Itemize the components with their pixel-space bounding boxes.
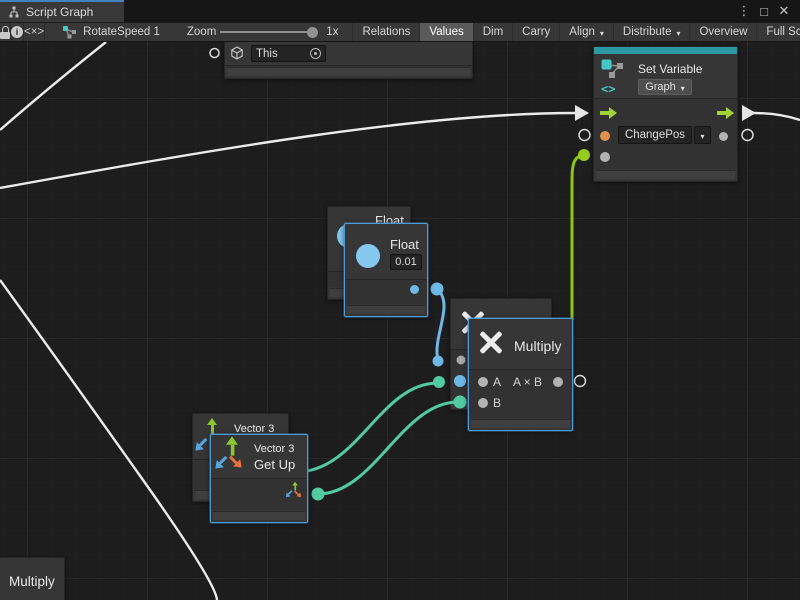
teal-wire-dot	[433, 376, 445, 388]
distribute-button[interactable]: Distribute▾	[614, 23, 691, 41]
flow-output-port[interactable]	[717, 107, 734, 119]
vector3-get-up-node[interactable]: Vector 3 Get Up	[210, 434, 308, 523]
window-menu-icon[interactable]: ⋮	[736, 3, 752, 19]
port-label-result: A × B	[513, 375, 542, 389]
teal-wire-dot	[312, 488, 325, 501]
port-ring[interactable]	[579, 130, 590, 141]
dim-button[interactable]: Dim	[474, 23, 513, 41]
node-title: Multiply	[9, 574, 55, 589]
lime-wire-dot	[578, 149, 590, 161]
overview-button[interactable]: Overview	[690, 23, 757, 41]
values-button[interactable]: Values	[420, 23, 473, 41]
flow-triangle-out[interactable]	[742, 105, 756, 121]
port-label-b: B	[493, 396, 501, 410]
port-ring[interactable]	[575, 376, 586, 387]
multiply-b-port[interactable]	[478, 398, 488, 408]
variable-select[interactable]: ChangePos	[618, 126, 692, 144]
blue-wire-dot	[431, 283, 444, 296]
wire-blue-float-to-multiply	[437, 289, 444, 360]
multiply-output-port[interactable]	[553, 377, 563, 387]
flow-input-port[interactable]	[600, 107, 617, 119]
info-button[interactable]: i	[11, 23, 24, 41]
variable-select-caret[interactable]: ▾	[694, 126, 711, 144]
ghost-port[interactable]	[457, 356, 466, 365]
close-icon[interactable]: ✕	[776, 3, 792, 19]
info-icon: i	[11, 26, 23, 38]
edit-code-button[interactable]: <×>	[24, 23, 45, 41]
flow-triangle-in[interactable]	[575, 105, 589, 121]
unity-script-graph-window: Script Graph ⋮ □ ✕ i <×> RotateSpeed 1 Z…	[0, 0, 800, 600]
chevron-down-icon: ▾	[681, 84, 685, 93]
set-variable-node[interactable]: <> Set Variable Graph ▾ ChangePos ▾	[593, 46, 738, 182]
corner-multiply-node[interactable]: Multiply	[0, 557, 65, 600]
float-node[interactable]: Float 0.01	[344, 223, 428, 317]
node-subtitle: Get Up	[254, 457, 295, 472]
chevron-down-icon: ▾	[600, 29, 604, 38]
ghost-port-blue[interactable]	[454, 375, 466, 387]
object-picker-icon[interactable]	[310, 48, 321, 59]
value-input-port[interactable]	[600, 152, 610, 162]
float-icon	[356, 244, 380, 268]
multiply-node[interactable]: Multiply A A × B B	[468, 318, 573, 431]
lock-button[interactable]	[0, 23, 11, 41]
relations-button[interactable]: Relations	[352, 23, 420, 41]
graph-breadcrumb[interactable]: RotateSpeed 1	[83, 26, 160, 38]
graph-canvas[interactable]: Float Vector 3	[0, 42, 800, 600]
this-node[interactable]: This	[224, 42, 473, 79]
align-button[interactable]: Align▾	[560, 23, 614, 41]
variable-stripe	[594, 47, 737, 54]
set-variable-icon: <>	[601, 59, 625, 96]
chevron-down-icon: ▾	[700, 132, 704, 141]
wire-white-from-setvariable	[753, 113, 800, 120]
wire-white-topleft	[0, 42, 106, 130]
chevron-down-icon: ▾	[676, 29, 680, 38]
float-output-port[interactable]	[410, 285, 419, 294]
tab-bar: Script Graph ⋮ □ ✕	[0, 0, 800, 22]
wire-teal-vector3-to-multiply-a	[296, 383, 438, 472]
wire-white-to-setvariable	[0, 113, 575, 188]
node-title: Vector 3	[254, 443, 294, 455]
wire-white-bottomleft	[0, 280, 217, 600]
code-icon: <×>	[24, 26, 44, 38]
down-right-arrow-icon	[227, 453, 245, 471]
tab-title: Script Graph	[26, 5, 93, 19]
zoom-value: 1x	[326, 26, 338, 38]
maximize-icon[interactable]: □	[756, 4, 772, 19]
hierarchy-icon	[8, 6, 20, 18]
zoom-label: Zoom	[187, 26, 216, 38]
graph-toolbar: i <×> RotateSpeed 1 Zoom 1x Relations Va…	[0, 22, 800, 42]
carry-button[interactable]: Carry	[513, 23, 560, 41]
zoom-slider[interactable]	[220, 31, 312, 33]
lock-icon	[0, 26, 10, 39]
wire-lime-multiply-to-setvariable	[572, 155, 584, 320]
port-label-a: A	[493, 375, 501, 389]
zoom-slider-handle[interactable]	[307, 27, 318, 38]
port-ring[interactable]	[742, 130, 753, 141]
variable-scope-dropdown[interactable]: Graph ▾	[638, 79, 692, 95]
cube-icon	[230, 46, 244, 60]
graph-asset-icon	[62, 25, 77, 39]
wire-teal-vector3-to-multiply-b	[318, 402, 458, 494]
this-object-field[interactable]: This	[251, 45, 326, 62]
variable-name-port[interactable]	[600, 131, 610, 141]
node-title: Float	[390, 237, 419, 252]
port-ring[interactable]	[210, 49, 219, 58]
output-value-port[interactable]	[719, 132, 728, 141]
ghost-port-teal[interactable]	[454, 396, 467, 409]
node-title: Multiply	[514, 338, 561, 354]
down-left-arrow-icon	[212, 454, 230, 472]
float-value-input[interactable]: 0.01	[390, 254, 422, 270]
blue-wire-dot	[433, 356, 444, 367]
tab-script-graph[interactable]: Script Graph	[0, 0, 124, 22]
node-title: Set Variable	[638, 62, 702, 76]
vector3-output-port[interactable]	[283, 481, 301, 499]
multiply-icon	[477, 328, 505, 356]
window-controls: ⋮ □ ✕	[736, 0, 800, 22]
multiply-a-port[interactable]	[478, 377, 488, 387]
fullscreen-button[interactable]: Full Screen	[757, 23, 800, 41]
